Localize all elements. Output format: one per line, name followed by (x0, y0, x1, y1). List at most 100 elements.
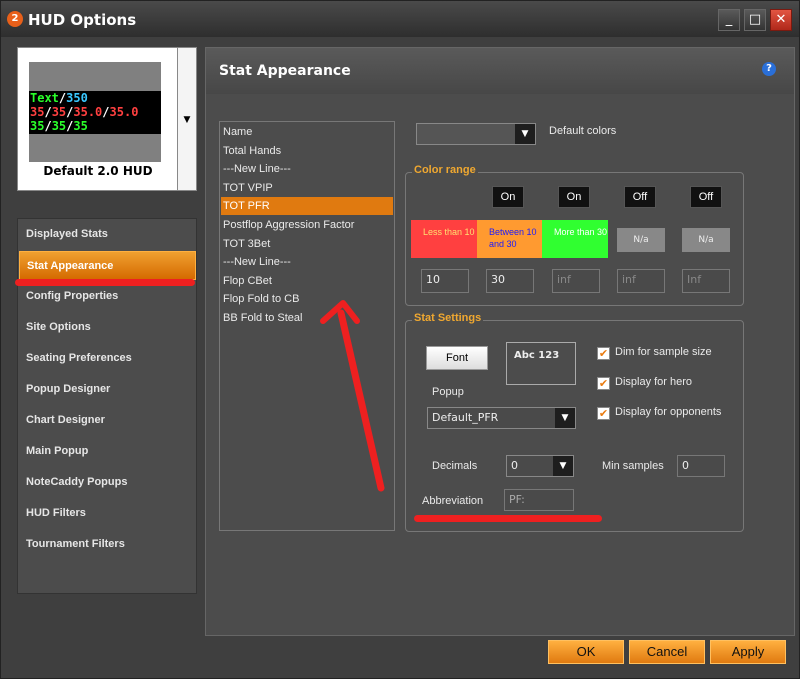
hud-preview-name: Default 2.0 HUD (43, 164, 153, 178)
color-range-group: Color range On On Off Off Less than 10 Betwee… (405, 164, 744, 306)
checkbox[interactable]: ✔ (597, 377, 610, 390)
annotation-arrow (320, 300, 385, 492)
maximize-icon: □ (748, 12, 762, 27)
stat-settings-group: Stat Settings Font Abc 123 Popup Default… (405, 312, 744, 532)
hud-preview-line: 35/35/35.0/35.0 (30, 105, 161, 119)
range-toggle-button[interactable]: On (558, 186, 590, 208)
stat-list-item[interactable]: Name (221, 123, 393, 141)
stat-list-item[interactable]: TOT 3Bet (221, 235, 393, 253)
hud-preview-segment: / (44, 119, 52, 133)
color-range-title: Color range (412, 164, 478, 176)
color-range-swatch[interactable]: More than 30 (542, 220, 608, 258)
checkbox-label: Dim for sample size (615, 346, 712, 358)
range-threshold-input[interactable]: 30 (486, 269, 534, 293)
hud-preview-segment: 35.0 (73, 105, 103, 119)
range-toggle-button[interactable]: On (492, 186, 524, 208)
range-threshold-input[interactable]: 10 (421, 269, 469, 293)
hud-preview-line: 35/35/35 (30, 119, 161, 133)
abbreviation-input[interactable]: PF: (504, 489, 574, 511)
min-samples-input[interactable]: 0 (677, 455, 725, 477)
ok-button[interactable]: OK (548, 640, 624, 664)
app-logo-icon: 2 (7, 11, 23, 27)
stat-list-item[interactable]: Flop CBet (221, 272, 393, 290)
sidebar-item-displayed-stats[interactable]: Displayed Stats (19, 220, 196, 249)
hud-options-window: 2 HUD Options _ □ ✕ Text/350 35/35/35.0/3… (0, 0, 800, 679)
sidebar-item-popup-designer[interactable]: Popup Designer (19, 375, 196, 404)
hud-preview-segment: 35.0 (109, 105, 139, 119)
sidebar-item-notecaddy-popups[interactable]: NoteCaddy Popups (19, 468, 196, 497)
minimize-button[interactable]: _ (718, 9, 740, 31)
popup-select[interactable]: Default_PFR ▼ (427, 407, 576, 429)
hud-preview-segment: 35 (30, 105, 45, 119)
stat-list-item[interactable]: Total Hands (221, 142, 393, 160)
color-range-swatch[interactable]: Between 10 and 30 (477, 220, 543, 258)
hud-preview-segment: 35 (73, 119, 88, 133)
hud-preview-segment: 35 (30, 119, 45, 133)
color-range-swatch[interactable]: N/a (617, 228, 665, 252)
hud-preview-line: Text/350 (30, 91, 161, 105)
checkbox[interactable]: ✔ (597, 347, 610, 360)
checkbox[interactable]: ✔ (597, 407, 610, 420)
sidebar-item-tournament-filters[interactable]: Tournament Filters (19, 530, 196, 559)
color-range-swatch[interactable]: N/a (682, 228, 730, 252)
sidebar-item-site-options[interactable]: Site Options (19, 313, 196, 342)
maximize-button[interactable]: □ (744, 9, 766, 31)
chevron-down-icon: ▼ (183, 115, 191, 125)
cancel-button[interactable]: Cancel (629, 640, 705, 664)
sidebar-item-main-popup[interactable]: Main Popup (19, 437, 196, 466)
annotation-underline (15, 279, 195, 286)
stat-appearance-panel: Stat Appearance ? Name Total Hands ---New … (205, 47, 795, 636)
hud-preview-dropdown-button[interactable]: ▼ (177, 47, 197, 191)
chevron-down-icon: ▼ (555, 408, 575, 428)
minimize-icon: _ (725, 12, 733, 27)
range-threshold-input[interactable]: inf (617, 269, 665, 293)
close-icon: ✕ (775, 12, 787, 27)
checkbox-label: Display for opponents (615, 406, 722, 418)
close-button[interactable]: ✕ (770, 9, 792, 31)
hud-preview-segment: / (102, 105, 110, 119)
stat-list-item[interactable]: ---New Line--- (221, 253, 393, 271)
hud-preview-image: Text/350 35/35/35.0/35.0 35/35/35 (29, 62, 161, 162)
font-button[interactable]: Font (426, 346, 488, 370)
sidebar-item-config-properties[interactable]: Config Properties (19, 282, 196, 311)
range-threshold-input[interactable]: inf (552, 269, 600, 293)
sidebar-item-hud-filters[interactable]: HUD Filters (19, 499, 196, 528)
decimals-select[interactable]: 0 ▼ (506, 455, 574, 477)
abbreviation-label: Abbreviation (422, 495, 484, 507)
checkbox-label: Display for hero (615, 376, 693, 388)
annotation-arrow-shaft (337, 309, 385, 492)
stat-list-item[interactable]: Postflop Aggression Factor (221, 216, 393, 234)
title-bar[interactable]: 2 HUD Options _ □ ✕ (1, 1, 799, 37)
window-title: HUD Options (28, 11, 137, 29)
popup-select-value: Default_PFR (432, 411, 499, 424)
stat-list-item[interactable]: ---New Line--- (221, 160, 393, 178)
stat-list-item[interactable]: TOT VPIP (221, 179, 393, 197)
stat-settings-title: Stat Settings (412, 312, 484, 324)
hud-preview-segment: 35 (51, 105, 67, 119)
apply-button[interactable]: Apply (710, 640, 786, 664)
range-toggle-button[interactable]: Off (690, 186, 722, 208)
sidebar: Displayed Stats Stat Appearance Config Pro… (17, 218, 197, 594)
default-colors-select[interactable]: ▼ (416, 123, 536, 145)
hud-preview-segment: 350 (66, 91, 88, 105)
sidebar-item-seating-preferences[interactable]: Seating Preferences (19, 344, 196, 373)
font-preview: Abc 123 (506, 342, 576, 385)
hud-preview-stats: Text/350 35/35/35.0/35.0 35/35/35 (29, 91, 161, 134)
color-range-swatch[interactable]: Less than 10 (411, 220, 477, 258)
default-colors-label: Default colors (549, 125, 617, 137)
decimals-label: Decimals (432, 460, 478, 472)
range-toggle-button[interactable]: Off (624, 186, 656, 208)
stat-list-item[interactable]: TOT PFR (221, 197, 393, 216)
panel-header: Stat Appearance ? (206, 48, 794, 94)
hud-preview-segment: 35 (51, 119, 67, 133)
panel-title: Stat Appearance (219, 63, 351, 79)
chevron-down-icon: ▼ (515, 124, 535, 144)
sidebar-item-chart-designer[interactable]: Chart Designer (19, 406, 196, 435)
range-threshold-input[interactable]: Inf (682, 269, 730, 293)
help-icon[interactable]: ? (762, 62, 776, 76)
hud-preview-segment: Text (30, 91, 59, 105)
sidebar-item-stat-appearance[interactable]: Stat Appearance (19, 251, 196, 280)
chevron-down-icon: ▼ (553, 456, 573, 476)
decimals-value: 0 (511, 459, 518, 472)
hud-preview-selector[interactable]: Text/350 35/35/35.0/35.0 35/35/35 Default … (17, 47, 179, 191)
